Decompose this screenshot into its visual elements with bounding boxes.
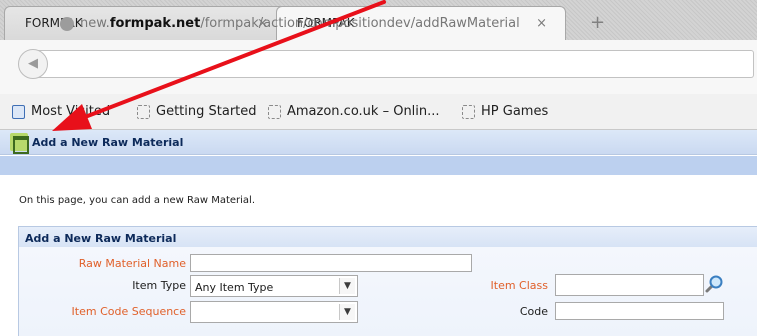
bookmarks-bar: Most Visited Getting Started Amazon.co.u… — [0, 94, 757, 130]
item-type-value: Any Item Type — [195, 281, 274, 294]
bookmark-most-visited[interactable]: Most Visited — [12, 104, 110, 119]
code-label: Code — [519, 305, 548, 318]
bookmark-hp-games[interactable]: HP Games — [462, 104, 548, 119]
item-code-sequence-label: Item Code Sequence — [71, 305, 186, 318]
form-title: Add a New Raw Material — [19, 227, 757, 247]
magnifier-lookup-icon[interactable] — [704, 274, 724, 294]
site-identity-icon[interactable] — [60, 17, 74, 31]
most-visited-icon — [12, 104, 25, 119]
bookmark-label: HP Games — [481, 104, 549, 119]
bookmark-amazon[interactable]: Amazon.co.uk – Onlin... — [268, 104, 440, 119]
window-icon — [10, 133, 29, 154]
bookmark-label: Getting Started — [156, 104, 257, 119]
page-title: Add a New Raw Material — [32, 136, 184, 149]
url-domain: formpak.net — [109, 16, 201, 31]
item-code-sequence-select[interactable]: ▼ — [190, 301, 358, 323]
raw-material-name-label: Raw Material Name — [78, 257, 186, 270]
page-subheader — [0, 156, 757, 175]
bookmark-page-icon — [268, 104, 281, 119]
address-bar[interactable] — [34, 50, 754, 78]
back-arrow-icon: ◀ — [28, 56, 38, 71]
url-prefix: new. — [80, 16, 110, 31]
bookmark-getting-started[interactable]: Getting Started — [137, 104, 257, 119]
item-type-label: Item Type — [132, 279, 186, 292]
page-header: Add a New Raw Material — [0, 130, 757, 155]
url-text[interactable]: new.formpak.net/formpak/action/compositi… — [80, 16, 520, 31]
item-class-label: Item Class — [490, 279, 548, 292]
bookmark-page-icon — [137, 104, 150, 119]
code-input[interactable] — [555, 302, 724, 320]
intro-text: On this page, you can add a new Raw Mate… — [19, 195, 256, 206]
new-tab-icon[interactable]: + — [590, 12, 605, 33]
url-path: /formpak/action/compositiondev/addRawMat… — [200, 16, 520, 31]
raw-material-name-input[interactable] — [190, 254, 472, 272]
navigation-toolbar: ◀ — [0, 40, 757, 94]
item-type-select[interactable]: Any Item Type ▼ — [190, 275, 358, 297]
back-button[interactable]: ◀ — [18, 49, 48, 79]
bookmark-label: Most Visited — [31, 104, 111, 119]
bookmark-label: Amazon.co.uk – Onlin... — [287, 104, 440, 119]
bookmark-page-icon — [462, 104, 475, 119]
chevron-down-icon[interactable]: ▼ — [339, 278, 355, 294]
chevron-down-icon[interactable]: ▼ — [339, 304, 355, 320]
item-class-input[interactable] — [555, 274, 704, 296]
close-icon[interactable]: × — [536, 16, 547, 31]
